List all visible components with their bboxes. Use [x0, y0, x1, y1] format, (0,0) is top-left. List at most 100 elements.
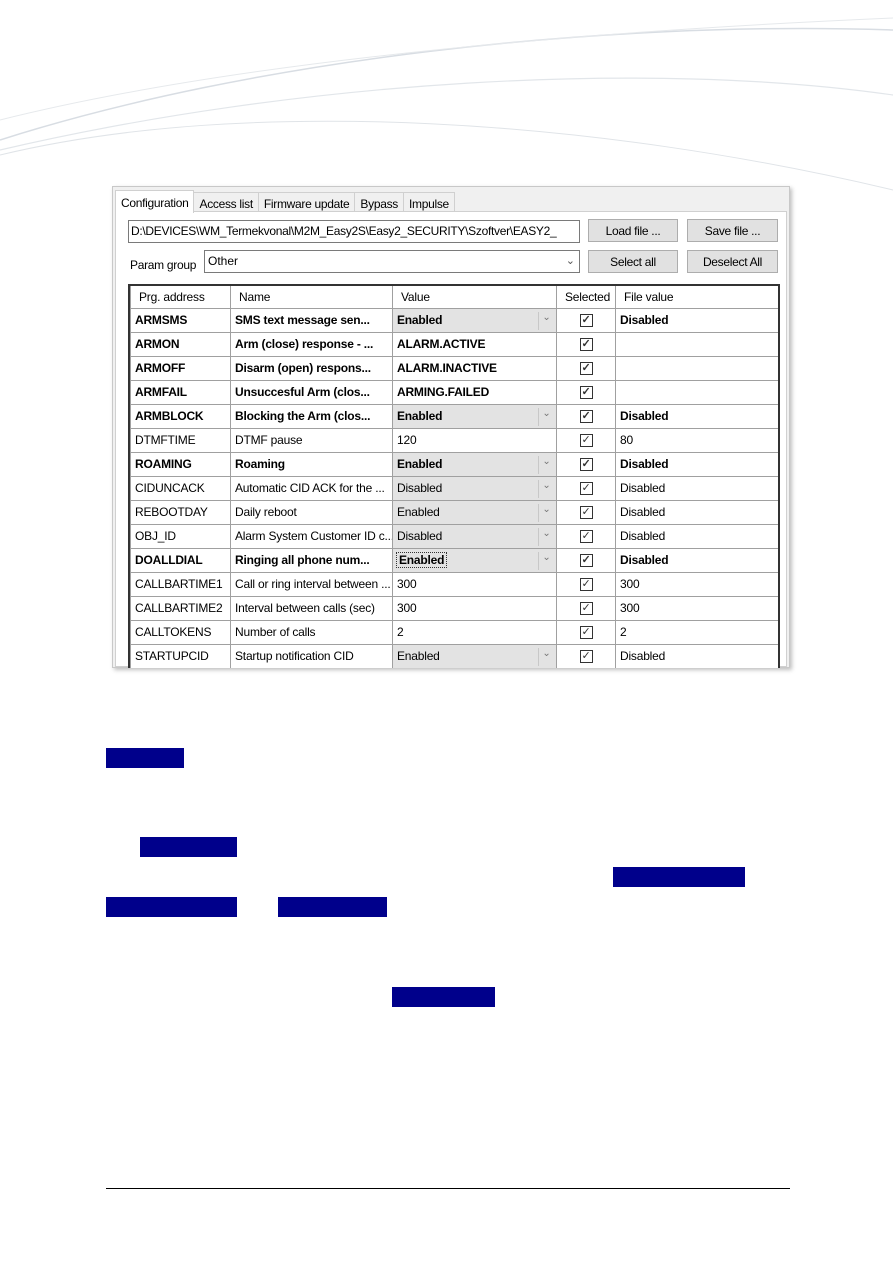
checkbox-checked-icon[interactable]: ✓ [579, 338, 593, 352]
tab-firmware-update[interactable]: Firmware update [257, 192, 356, 212]
selected-checkbox[interactable]: ✓ [556, 571, 616, 597]
table-row[interactable]: STARTUPCID Startup notification CID Enable… [130, 643, 778, 668]
chevron-down-icon[interactable]: ⌄ [538, 503, 554, 522]
redacted-text-block [106, 748, 184, 768]
load-file-button[interactable]: Load file ... [588, 219, 678, 242]
checkbox-checked-icon[interactable]: ✓ [579, 362, 593, 376]
chevron-down-icon[interactable]: ⌄ [538, 647, 554, 666]
tab-bypass[interactable]: Bypass [354, 192, 404, 212]
table-row[interactable]: CALLBARTIME2 Interval between calls (sec)… [130, 595, 778, 621]
value-input[interactable]: ALARM.INACTIVE [392, 355, 557, 381]
column-header[interactable]: Value [392, 286, 557, 309]
table-row[interactable]: ROAMING Roaming Enabled ⌄ ✓ Disabled [130, 451, 778, 477]
tab-access-list[interactable]: Access list [193, 192, 259, 212]
selected-checkbox[interactable]: ✓ [556, 619, 616, 645]
table-row[interactable]: ARMSMS SMS text message sen... Enabled ⌄ ✓ Di… [130, 307, 778, 333]
name-cell: Call or ring interval between ... [230, 571, 393, 597]
selected-checkbox[interactable]: ✓ [556, 499, 616, 525]
selected-checkbox[interactable]: ✓ [556, 595, 616, 621]
value-input[interactable]: 300 [392, 571, 557, 597]
table-row[interactable]: DTMFTIME DTMF pause 120 ✓ 80 [130, 427, 778, 453]
tab-impulse[interactable]: Impulse [402, 192, 455, 212]
checkbox-checked-icon[interactable]: ✓ [579, 554, 593, 568]
selected-checkbox[interactable]: ✓ [556, 643, 616, 668]
value-dropdown[interactable]: Enabled ⌄ [392, 403, 557, 429]
checkbox-checked-icon[interactable]: ✓ [579, 482, 593, 496]
table-row[interactable]: CIDUNCACK Automatic CID ACK for the ... Di… [130, 475, 778, 501]
tab-configuration[interactable]: Configuration [115, 190, 195, 213]
chevron-down-icon[interactable]: ⌄ [538, 551, 554, 570]
selected-checkbox[interactable]: ✓ [556, 355, 616, 381]
value-input[interactable]: ARMING.FAILED [392, 379, 557, 405]
checkbox-checked-icon[interactable]: ✓ [579, 314, 593, 328]
selected-checkbox[interactable]: ✓ [556, 451, 616, 477]
value-dropdown[interactable]: Enabled ⌄ [392, 547, 557, 573]
selected-checkbox[interactable]: ✓ [556, 475, 616, 501]
table-row[interactable]: ARMOFF Disarm (open) respons... ALARM.INAC… [130, 355, 778, 381]
value-dropdown[interactable]: Enabled ⌄ [392, 643, 557, 668]
header-swoosh-decoration [0, 17, 893, 191]
name-cell: Unsuccesful Arm (clos... [230, 379, 393, 405]
checkbox-checked-icon[interactable]: ✓ [579, 506, 593, 520]
value-text: Disabled [397, 481, 443, 495]
table-row[interactable]: CALLBARTIME1 Call or ring interval betwee… [130, 571, 778, 597]
value-dropdown[interactable]: Disabled ⌄ [392, 523, 557, 549]
selected-checkbox[interactable]: ✓ [556, 331, 616, 357]
chevron-down-icon[interactable]: ⌄ [538, 455, 554, 474]
save-file-button[interactable]: Save file ... [687, 219, 778, 242]
prg-address-cell: REBOOTDAY [130, 499, 231, 525]
checkbox-checked-icon[interactable]: ✓ [579, 578, 593, 592]
value-input[interactable]: 120 [392, 427, 557, 453]
selected-checkbox[interactable]: ✓ [556, 307, 616, 333]
value-input[interactable]: 2 [392, 619, 557, 645]
value-input[interactable]: ALARM.ACTIVE [392, 331, 557, 357]
file-value-cell: Disabled [615, 547, 778, 573]
prg-address-cell: ARMOFF [130, 355, 231, 381]
column-header[interactable]: Selected [556, 286, 616, 309]
file-value-cell [615, 379, 778, 405]
checkbox-checked-icon[interactable]: ✓ [579, 410, 593, 424]
selected-checkbox[interactable]: ✓ [556, 403, 616, 429]
column-header[interactable]: File value [615, 286, 778, 309]
selected-checkbox[interactable]: ✓ [556, 379, 616, 405]
checkbox-checked-icon[interactable]: ✓ [579, 434, 593, 448]
value-dropdown[interactable]: Enabled ⌄ [392, 307, 557, 333]
table-row[interactable]: OBJ_ID Alarm System Customer ID c... Disab… [130, 523, 778, 549]
checkbox-checked-icon[interactable]: ✓ [579, 602, 593, 616]
chevron-down-icon[interactable]: ⌄ [538, 479, 554, 498]
selected-checkbox[interactable]: ✓ [556, 547, 616, 573]
table-row[interactable]: ARMON Arm (close) response - ... ALARM.ACT… [130, 331, 778, 357]
name-cell: Roaming [230, 451, 393, 477]
value-input[interactable]: 300 [392, 595, 557, 621]
value-text: Enabled [397, 649, 440, 663]
file-path-input[interactable]: D:\DEVICES\WM_Termekvonal\M2M_Easy2S\Eas… [128, 220, 580, 243]
select-all-button[interactable]: Select all [588, 250, 678, 273]
checkbox-checked-icon[interactable]: ✓ [579, 626, 593, 640]
selected-checkbox[interactable]: ✓ [556, 523, 616, 549]
param-group-select[interactable]: Other ⌄ [204, 250, 580, 273]
value-dropdown[interactable]: Disabled ⌄ [392, 475, 557, 501]
checkbox-checked-icon[interactable]: ✓ [579, 458, 593, 472]
chevron-down-icon[interactable]: ⌄ [538, 527, 554, 546]
file-value-cell: 2 [615, 619, 778, 645]
deselect-all-button[interactable]: Deselect All [687, 250, 778, 273]
name-cell: Automatic CID ACK for the ... [230, 475, 393, 501]
column-header[interactable]: Name [230, 286, 393, 309]
table-row[interactable]: ARMBLOCK Blocking the Arm (clos... Enabled… [130, 403, 778, 429]
table-row[interactable]: CALLTOKENS Number of calls 2 ✓ 2 [130, 619, 778, 645]
selected-checkbox[interactable]: ✓ [556, 427, 616, 453]
chevron-down-icon[interactable]: ⌄ [538, 311, 554, 330]
table-row[interactable]: ARMFAIL Unsuccesful Arm (clos... ARMING.FA… [130, 379, 778, 405]
checkbox-checked-icon[interactable]: ✓ [579, 650, 593, 664]
table-row[interactable]: REBOOTDAY Daily reboot Enabled ⌄ ✓ Disabled [130, 499, 778, 525]
checkbox-checked-icon[interactable]: ✓ [579, 386, 593, 400]
name-cell: SMS text message sen... [230, 307, 393, 333]
prg-address-cell: ROAMING [130, 451, 231, 477]
column-header[interactable]: Prg. address [130, 286, 231, 309]
table-row[interactable]: DOALLDIAL Ringing all phone num... Enabled… [130, 547, 778, 573]
chevron-down-icon[interactable]: ⌄ [538, 407, 554, 426]
value-dropdown[interactable]: Enabled ⌄ [392, 499, 557, 525]
checkbox-checked-icon[interactable]: ✓ [579, 530, 593, 544]
file-value-cell [615, 331, 778, 357]
value-dropdown[interactable]: Enabled ⌄ [392, 451, 557, 477]
